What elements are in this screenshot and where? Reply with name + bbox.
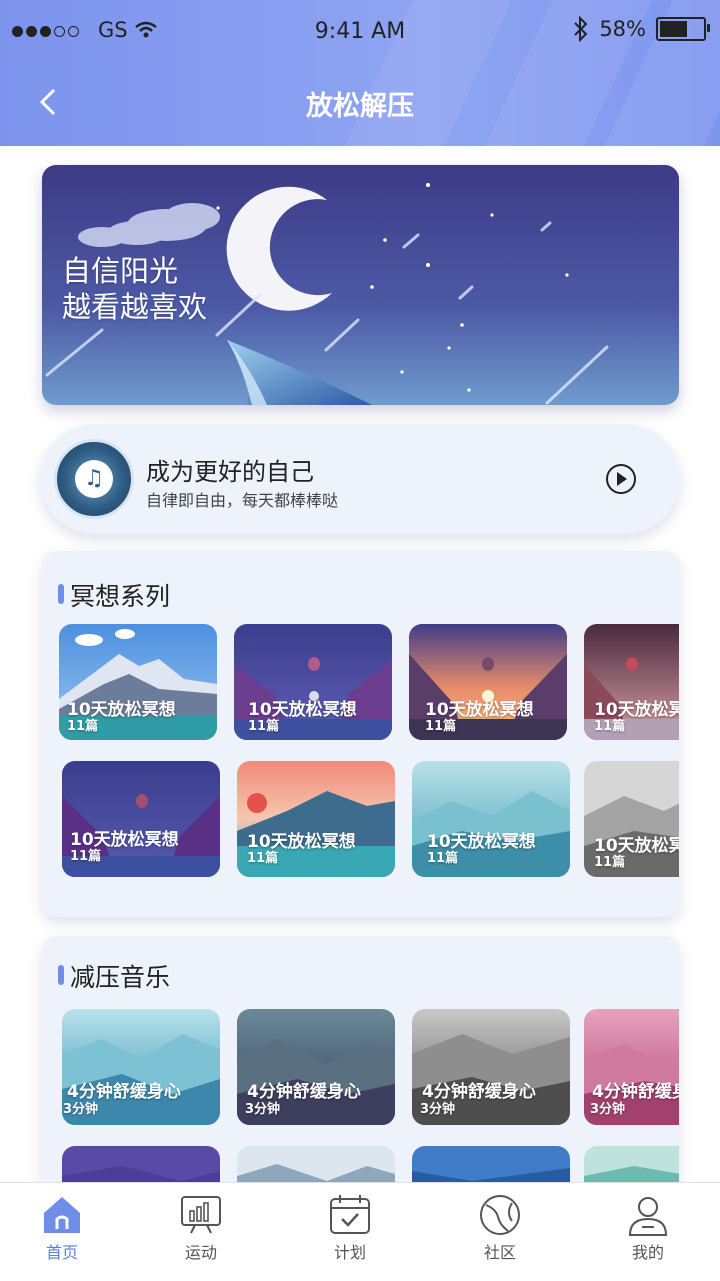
card-count: 11篇 xyxy=(247,851,279,866)
home-icon xyxy=(44,1197,80,1233)
calendar-check-icon xyxy=(330,1195,370,1234)
tab-label: 计划 xyxy=(333,1243,366,1262)
card-count: 11篇 xyxy=(427,851,459,866)
card-count: 3分钟 xyxy=(420,1102,456,1117)
tab-profile[interactable]: 我的 xyxy=(598,1193,698,1263)
page-title: 放松解压 xyxy=(306,91,414,122)
card-count: 11篇 xyxy=(248,719,280,734)
tab-exercise[interactable]: 运动 xyxy=(151,1193,251,1263)
meditation-section: 冥想系列 10天放松冥想 11篇 10天放松冥想 11篇 10天放松冥想 11篇… xyxy=(42,551,679,917)
hero-banner[interactable]: 自信阳光 越看越喜欢 xyxy=(42,165,679,405)
music-card[interactable]: 4分钟舒缓身心 3分钟 xyxy=(412,1009,570,1125)
player-subtitle: 自律即自由，每天都棒棒哒 xyxy=(146,491,339,510)
section-title: 冥想系列 xyxy=(57,577,170,613)
music-player-card[interactable]: ♫ 成为更好的自己 自律即自由，每天都棒棒哒 xyxy=(40,424,680,534)
card-count: 11篇 xyxy=(594,719,626,734)
music-section: 减压音乐 4分钟舒缓身心 3分钟 4分钟舒缓身心 3分钟 4分钟舒缓身心 3分钟 xyxy=(42,936,679,1196)
tab-community[interactable]: 社区 xyxy=(450,1193,550,1263)
card-count: 3分钟 xyxy=(245,1102,281,1117)
meditation-card[interactable]: 10天放松冥 11篇 xyxy=(584,624,679,740)
card-count: 11篇 xyxy=(67,719,99,734)
status-bar: GS 9:41 AM 58% xyxy=(0,0,720,60)
meditation-card[interactable]: 10天放松冥想 11篇 xyxy=(59,624,217,740)
meditation-card[interactable]: 10天放松冥想 11篇 xyxy=(237,761,395,877)
section-title: 减压音乐 xyxy=(57,958,170,994)
banner-line-2: 越看越喜欢 xyxy=(62,290,208,324)
card-count: 3分钟 xyxy=(590,1102,626,1117)
tab-label: 首页 xyxy=(45,1243,78,1262)
card-count: 11篇 xyxy=(70,849,102,864)
globe-icon xyxy=(480,1195,520,1235)
battery-icon xyxy=(656,17,710,41)
banner-line-1: 自信阳光 xyxy=(62,254,179,288)
tab-label: 社区 xyxy=(483,1243,516,1262)
meditation-card[interactable]: 10天放松冥想 11篇 xyxy=(62,761,220,877)
player-title: 成为更好的自己 xyxy=(146,458,314,486)
tab-label: 运动 xyxy=(184,1243,217,1262)
album-disc: ♫ xyxy=(54,439,134,519)
meditation-card[interactable]: 10天放松冥想 11篇 xyxy=(409,624,567,740)
meditation-card[interactable]: 10天放松冥 11篇 xyxy=(584,761,679,877)
music-card[interactable]: 4分钟舒缓身心 3分钟 xyxy=(62,1009,220,1125)
music-card[interactable]: 4分钟舒缓身心 3分钟 xyxy=(237,1009,395,1125)
chart-board-icon xyxy=(181,1196,221,1234)
banner-slogan: 自信阳光 越看越喜欢 xyxy=(62,253,207,325)
bluetooth-icon xyxy=(574,16,588,42)
card-count: 3分钟 xyxy=(63,1102,99,1117)
music-card[interactable]: 4分钟舒缓身 3分钟 xyxy=(584,1009,679,1125)
meditation-card[interactable]: 10天放松冥想 11篇 xyxy=(412,761,570,877)
card-count: 11篇 xyxy=(594,855,626,870)
music-note-icon: ♫ xyxy=(75,460,113,498)
tab-home[interactable]: 首页 xyxy=(12,1193,112,1263)
header: GS 9:41 AM 58% 放松解压 xyxy=(0,0,720,146)
user-icon xyxy=(628,1197,668,1236)
tab-plan[interactable]: 计划 xyxy=(300,1193,400,1263)
navigation-bar: 放松解压 xyxy=(0,70,720,140)
play-circle-icon[interactable] xyxy=(606,464,636,494)
card-count: 11篇 xyxy=(425,719,457,734)
bottom-tab-bar: 首页 运动 计划 社区 我的 xyxy=(0,1182,720,1281)
meditation-card[interactable]: 10天放松冥想 11篇 xyxy=(234,624,392,740)
tab-label: 我的 xyxy=(631,1243,664,1262)
battery-percent: 58% xyxy=(599,17,646,41)
